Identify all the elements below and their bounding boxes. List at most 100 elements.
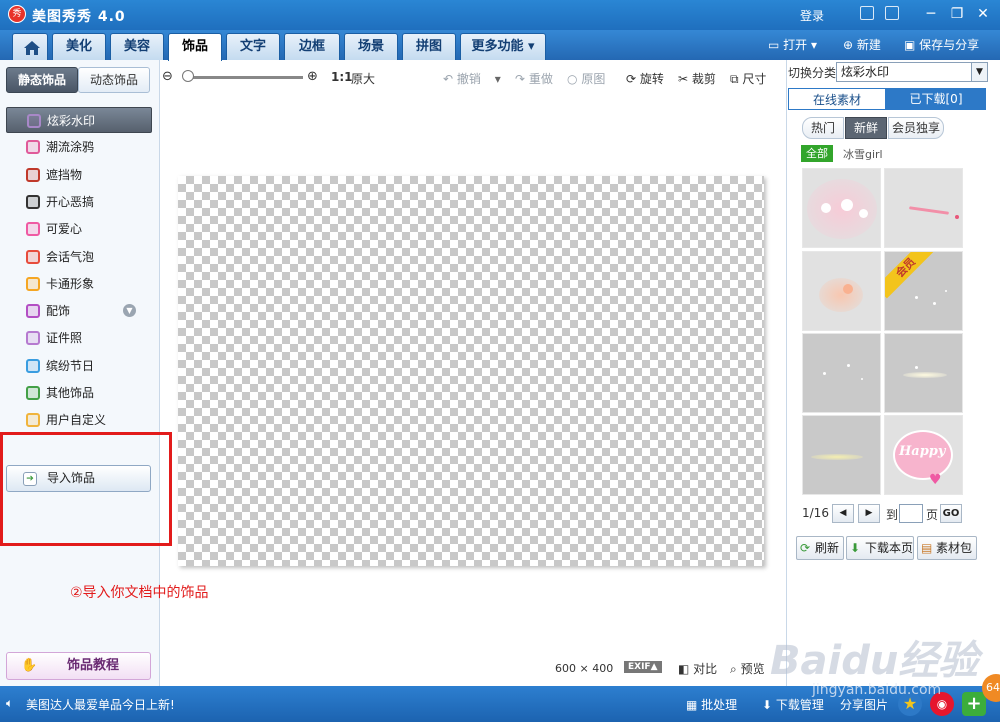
author-link[interactable]: 冰雪girl: [843, 146, 883, 162]
material-thumbnail[interactable]: [884, 333, 963, 413]
tab-beautify[interactable]: 美化: [52, 33, 106, 60]
baidu-url-watermark: jingyan.baidu.com: [812, 682, 942, 698]
sidebar-item[interactable]: 会话气泡: [6, 244, 152, 270]
baidu-watermark: Baidu经验: [770, 638, 979, 684]
tab-animated-accessories[interactable]: 动态饰品: [78, 67, 150, 93]
zoom-out-icon[interactable]: ⊖: [162, 69, 173, 84]
material-pack-button[interactable]: ▤ 素材包: [917, 536, 977, 560]
refresh-icon: ⟳: [800, 541, 811, 555]
zoom-in-icon[interactable]: ⊕: [307, 69, 318, 84]
original-size-button[interactable]: 原大: [351, 70, 375, 87]
chevron-down-icon: ▼: [971, 63, 987, 81]
tab-collage[interactable]: 拼图: [402, 33, 456, 60]
image-canvas[interactable]: [178, 176, 764, 566]
sidebar-item[interactable]: 证件照: [6, 325, 152, 351]
tab-accessory[interactable]: 饰品: [168, 33, 222, 61]
tab-cosmetic[interactable]: 美容: [110, 33, 164, 60]
material-thumbnail[interactable]: [884, 168, 963, 248]
zoom-slider-track[interactable]: [185, 76, 303, 79]
download-manager-button[interactable]: ⬇ 下载管理: [762, 696, 824, 713]
zoom-1to1-button[interactable]: 1:1: [331, 70, 353, 84]
tab-text[interactable]: 文字: [226, 33, 280, 60]
filter-members[interactable]: 会员独享: [888, 117, 944, 139]
member-badge: 会员: [885, 252, 937, 299]
tab-home[interactable]: [12, 33, 48, 60]
page-input[interactable]: [899, 504, 923, 523]
prev-page-icon[interactable]: ◀: [832, 504, 854, 523]
restore-button[interactable]: ○ 原图: [567, 70, 605, 87]
material-thumbnail[interactable]: 会员: [884, 251, 963, 331]
save-share-button[interactable]: ▣ 保存与分享: [904, 34, 979, 56]
undo-icon: ↶: [443, 72, 454, 86]
open-button[interactable]: ▭ 打开 ▾: [768, 34, 817, 56]
sidebar-item-label: 炫彩水印: [47, 114, 96, 128]
redo-button[interactable]: ↷ 重做: [515, 70, 553, 87]
title-bar: 秀 美图秀秀 4.0 登录 ─ ❐ ✕: [0, 0, 1000, 30]
filter-new[interactable]: 新鲜: [845, 117, 887, 139]
tab-scene[interactable]: 场景: [344, 33, 398, 60]
sidebar-item[interactable]: 其他饰品: [6, 380, 152, 406]
filter-hot[interactable]: 热门: [802, 117, 844, 139]
sidebar-item[interactable]: 配饰 ▼: [6, 298, 152, 324]
sidebar-item[interactable]: 遮挡物: [6, 162, 152, 188]
material-thumbnail[interactable]: [802, 333, 881, 413]
sidebar-item-label: 可爱心: [46, 222, 83, 236]
material-thumbnail[interactable]: Happy ♥: [884, 415, 963, 495]
sidebar-item[interactable]: 开心恶搞: [6, 189, 152, 215]
sidebar-item[interactable]: 炫彩水印: [6, 107, 152, 133]
goto-label: 到: [886, 508, 899, 522]
resize-button[interactable]: ⧉ 尺寸: [730, 70, 766, 87]
tab-downloaded[interactable]: 已下载[0]: [886, 88, 986, 110]
skin-icon[interactable]: [885, 6, 899, 20]
sidebar-item[interactable]: 缤纷节日: [6, 353, 152, 379]
sidebar-item[interactable]: 潮流涂鸦: [6, 134, 152, 160]
sidebar-item[interactable]: 卡通形象: [6, 271, 152, 297]
batch-button[interactable]: ▦ 批处理: [686, 696, 737, 713]
category-select[interactable]: 炫彩水印 ▼: [836, 62, 988, 82]
lips-icon: [26, 140, 40, 154]
happy-text: Happy: [899, 444, 946, 459]
crop-button[interactable]: ✂ 裁剪: [678, 70, 716, 87]
tab-frame[interactable]: 边框: [284, 33, 340, 60]
shirt-icon: [26, 331, 40, 345]
folder-icon: [26, 413, 40, 427]
sidebar-item-label: 用户自定义: [46, 413, 107, 427]
compare-button[interactable]: ◧ 对比: [678, 660, 717, 677]
hand-icon: ✋: [21, 658, 38, 673]
gift-icon: [26, 359, 40, 373]
exif-button[interactable]: EXIF▲: [624, 661, 662, 673]
material-thumbnail[interactable]: [802, 168, 881, 248]
tab-static-accessories[interactable]: 静态饰品: [6, 67, 78, 93]
all-badge[interactable]: 全部: [801, 145, 833, 162]
sidebar-item[interactable]: 可爱心: [6, 216, 152, 242]
login-link[interactable]: 登录: [800, 7, 824, 24]
go-button[interactable]: GO: [940, 504, 962, 523]
app-title: 美图秀秀 4.0: [32, 9, 126, 25]
material-thumbnail[interactable]: [802, 415, 881, 495]
download-page-button[interactable]: ⬇ 下载本页: [846, 536, 914, 560]
zoom-slider-handle[interactable]: [182, 70, 194, 82]
preview-button[interactable]: ⌕ 预览: [730, 660, 765, 677]
maximize-icon[interactable]: ❐: [946, 4, 968, 24]
expand-icon[interactable]: ▼: [123, 304, 136, 317]
marquee-text[interactable]: 美图达人最爱单品今日上新!: [26, 696, 175, 713]
sidebar-item-label: 卡通形象: [46, 277, 95, 291]
close-icon[interactable]: ✕: [972, 4, 994, 24]
material-thumbnail[interactable]: [802, 251, 881, 331]
tab-online-materials[interactable]: 在线素材: [788, 88, 886, 110]
undo-button[interactable]: ↶ 撤销 ▾: [443, 70, 501, 87]
preview-icon: ⌕: [730, 662, 737, 676]
message-icon[interactable]: [860, 6, 874, 20]
rotate-button[interactable]: ⟳ 旋转: [626, 70, 664, 87]
add-share-icon[interactable]: +: [962, 692, 986, 716]
compare-icon: ◧: [678, 662, 690, 676]
tab-more[interactable]: 更多功能 ▾: [460, 33, 546, 60]
bow-icon: [26, 304, 40, 318]
new-button[interactable]: ⊕ 新建: [843, 34, 881, 56]
mask-icon: [26, 168, 40, 182]
minimize-icon[interactable]: ─: [920, 4, 942, 24]
refresh-button[interactable]: ⟳ 刷新: [796, 536, 844, 560]
sidebar-item[interactable]: 用户自定义: [6, 407, 152, 433]
next-page-icon[interactable]: ▶: [858, 504, 880, 523]
tutorial-button[interactable]: ✋ 饰品教程: [6, 652, 151, 680]
